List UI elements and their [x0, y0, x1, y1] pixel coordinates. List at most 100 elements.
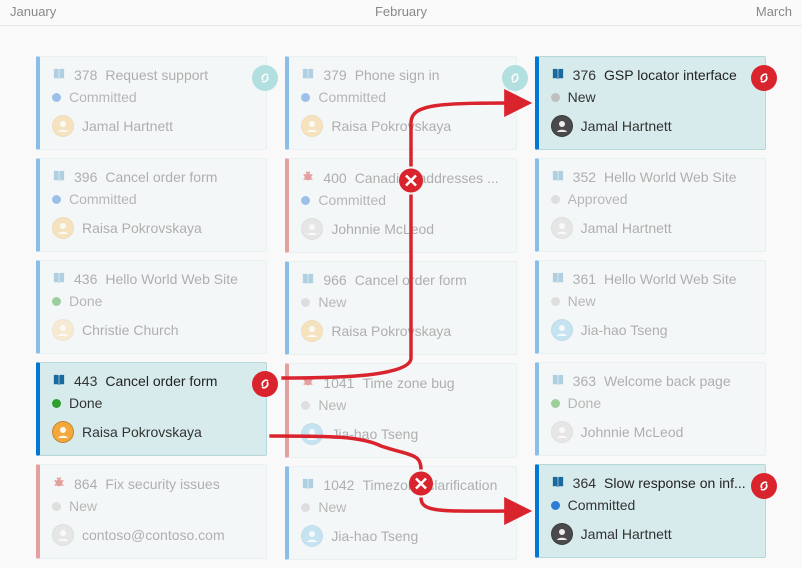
work-item-id: 1042 [323, 477, 354, 493]
feature-icon [52, 169, 66, 185]
link-badge-icon[interactable] [751, 473, 777, 499]
work-item-card[interactable]: 396 Cancel order form Committed Raisa Po… [36, 158, 267, 252]
link-badge-icon[interactable] [252, 65, 278, 91]
assignee-name: Jia-hao Tseng [331, 426, 418, 442]
work-item-id: 436 [74, 271, 97, 287]
work-item-title: Hello World Web Site [105, 271, 238, 287]
assignee-name: Jia-hao Tseng [331, 528, 418, 544]
feature-icon [52, 170, 66, 182]
feature-icon [551, 476, 565, 488]
work-item-card[interactable]: 361 Hello World Web Site New Jia-hao Tse… [535, 260, 766, 354]
card-title-row: 378 Request support [52, 67, 254, 83]
work-item-id: 378 [74, 67, 97, 83]
link-badge-icon[interactable] [252, 371, 278, 397]
work-item-title: Cancel order form [355, 272, 467, 288]
state-dot-icon [551, 195, 560, 204]
card-title-row: 376 GSP locator interface [551, 67, 753, 83]
work-item-card[interactable]: 363 Welcome back page Done Johnnie McLeo… [535, 362, 766, 456]
bug-icon [301, 169, 315, 186]
work-item-title: Canadian addresses ... [355, 170, 499, 186]
assignee-name: Jamal Hartnett [581, 118, 672, 134]
month-header: January February March [0, 0, 802, 26]
assignee-name: Johnnie McLeod [331, 221, 434, 237]
bug-icon [301, 374, 315, 391]
state-label: Done [568, 395, 601, 411]
work-item-id: 363 [573, 373, 596, 389]
card-assignee-row: contoso@contoso.com [52, 524, 254, 546]
card-state-row: New [551, 89, 753, 105]
state-label: Done [69, 293, 102, 309]
work-item-card[interactable]: 1041 Time zone bug New Jia-hao Tseng [285, 363, 516, 458]
avatar [551, 115, 573, 137]
avatar [551, 421, 573, 443]
state-label: Done [69, 395, 102, 411]
work-item-card[interactable]: 376 GSP locator interface New Jamal Hart… [535, 56, 766, 150]
work-item-id: 1041 [323, 375, 354, 391]
work-item-card[interactable]: 436 Hello World Web Site Done Christie C… [36, 260, 267, 354]
month-label-jan[interactable]: January [0, 0, 267, 25]
state-label: New [318, 499, 346, 515]
work-item-id: 361 [573, 271, 596, 287]
card-state-row: Committed [301, 192, 503, 208]
work-item-card[interactable]: 1042 Timezone clarification New Jia-hao … [285, 466, 516, 560]
card-assignee-row: Jia-hao Tseng [551, 319, 753, 341]
work-item-card[interactable]: 364 Slow response on inf... Committed Ja… [535, 464, 766, 558]
card-assignee-row: Jia-hao Tseng [301, 423, 503, 445]
card-assignee-row: Jamal Hartnett [551, 115, 753, 137]
feature-icon [52, 374, 66, 386]
work-item-title: Cancel order form [105, 373, 217, 389]
card-assignee-row: Jamal Hartnett [52, 115, 254, 137]
card-state-row: New [301, 499, 503, 515]
bug-icon [301, 374, 315, 388]
state-dot-icon [52, 297, 61, 306]
feature-icon [52, 271, 66, 287]
card-state-row: Done [52, 293, 254, 309]
card-assignee-row: Johnnie McLeod [301, 218, 503, 240]
work-item-card[interactable]: 966 Cancel order form New Raisa Pokrovsk… [285, 261, 516, 355]
state-dot-icon [551, 93, 560, 102]
work-item-card[interactable]: 443 Cancel order form Done Raisa Pokrovs… [36, 362, 267, 456]
work-item-title: Time zone bug [362, 375, 454, 391]
state-dot-icon [301, 503, 310, 512]
avatar [301, 423, 323, 445]
assignee-name: Johnnie McLeod [581, 424, 684, 440]
card-assignee-row: Jamal Hartnett [551, 523, 753, 545]
state-label: New [568, 89, 596, 105]
card-state-row: Done [52, 395, 254, 411]
work-item-id: 443 [74, 373, 97, 389]
state-label: Committed [318, 89, 386, 105]
work-item-card[interactable]: 864 Fix security issues New contoso@cont… [36, 464, 267, 559]
work-item-card[interactable]: 400 Canadian addresses ... Committed Joh… [285, 158, 516, 253]
kanban-board: 378 Request support Committed Jamal Hart… [0, 26, 802, 560]
link-badge-icon[interactable] [502, 65, 528, 91]
card-assignee-row: Raisa Pokrovskaya [301, 115, 503, 137]
state-label: Committed [318, 192, 386, 208]
assignee-name: Raisa Pokrovskaya [82, 220, 202, 236]
work-item-title: Phone sign in [355, 67, 440, 83]
card-title-row: 966 Cancel order form [301, 272, 503, 288]
state-dot-icon [551, 501, 560, 510]
link-badge-icon[interactable] [751, 65, 777, 91]
state-dot-icon [301, 401, 310, 410]
work-item-card[interactable]: 352 Hello World Web Site Approved Jamal … [535, 158, 766, 252]
month-label-feb[interactable]: February [267, 0, 534, 25]
work-item-card[interactable]: 379 Phone sign in Committed Raisa Pokrov… [285, 56, 516, 150]
state-dot-icon [301, 196, 310, 205]
assignee-name: Jamal Hartnett [581, 526, 672, 542]
card-title-row: 361 Hello World Web Site [551, 271, 753, 287]
feature-icon [551, 169, 565, 185]
state-label: New [318, 397, 346, 413]
column-1: 379 Phone sign in Committed Raisa Pokrov… [285, 56, 516, 560]
card-title-row: 379 Phone sign in [301, 67, 503, 83]
work-item-card[interactable]: 378 Request support Committed Jamal Hart… [36, 56, 267, 150]
column-0: 378 Request support Committed Jamal Hart… [36, 56, 267, 560]
state-label: Committed [69, 89, 137, 105]
feature-icon [551, 271, 565, 287]
state-dot-icon [52, 502, 61, 511]
card-state-row: Committed [301, 89, 503, 105]
feature-icon [52, 68, 66, 80]
card-title-row: 864 Fix security issues [52, 475, 254, 492]
month-label-mar[interactable]: March [535, 0, 802, 25]
feature-icon [301, 478, 315, 490]
feature-icon [551, 68, 565, 80]
